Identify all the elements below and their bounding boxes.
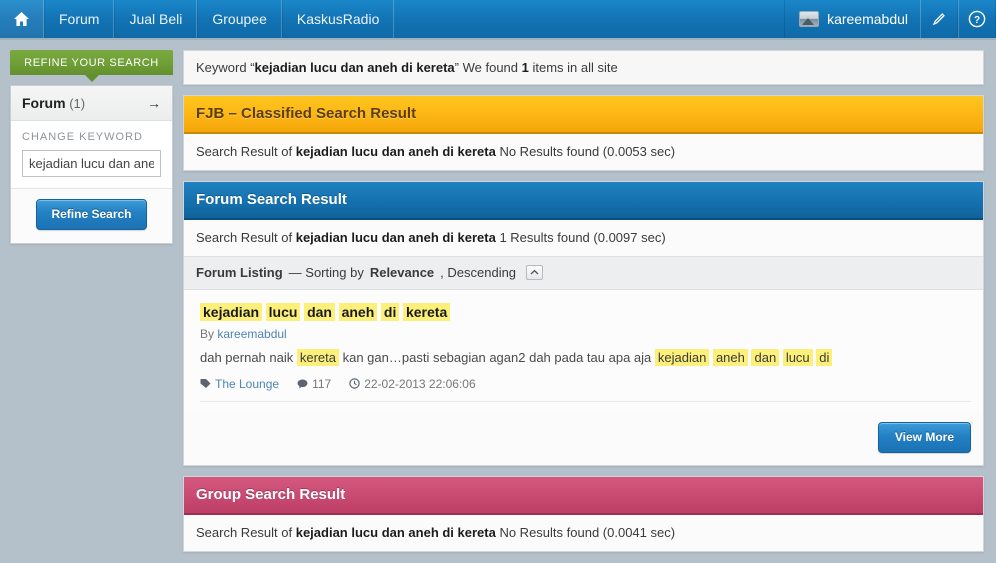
- question-mark-icon: ?: [968, 10, 986, 28]
- sort-direction-label: , Descending: [440, 265, 517, 280]
- clock-icon: [349, 378, 360, 389]
- facet-label-group: Forum (1): [22, 95, 85, 111]
- nav-home-button[interactable]: [0, 0, 44, 38]
- change-keyword-block: CHANGE KEYWORD: [11, 121, 172, 189]
- chevron-up-icon: [530, 269, 539, 275]
- facet-name: Forum: [22, 95, 66, 111]
- highlighted-term: dan: [751, 349, 780, 366]
- forum-result-card: Forum Search Result Search Result of kej…: [183, 181, 984, 466]
- group-result-suffix: No Results found (0.0041 sec): [495, 524, 676, 540]
- username-label: kareemabdul: [827, 11, 908, 27]
- keyword-value: kejadian lucu dan aneh di kereta: [254, 60, 455, 75]
- nav-right-group: kareemabdul ?: [784, 0, 996, 38]
- sidebar-facet-forum[interactable]: Forum (1) →: [11, 86, 172, 121]
- user-menu[interactable]: kareemabdul: [784, 0, 920, 38]
- hit-author-line: By kareemabdul: [200, 327, 971, 341]
- highlighted-term: kereta: [402, 303, 451, 321]
- hit-by-label: By: [200, 327, 218, 341]
- edit-post-button[interactable]: [920, 0, 958, 38]
- nav-left-group: Forum Jual Beli Groupee KaskusRadio: [0, 0, 395, 38]
- forum-hit-item: kejadian lucu dan aneh di kereta By kare…: [200, 302, 971, 402]
- fjb-result-suffix: No Results found (0.0053 sec): [495, 144, 676, 159]
- tag-icon: [200, 379, 211, 389]
- keyword-summary-bar: Keyword “kejadian lucu dan aneh di keret…: [183, 50, 984, 85]
- refine-search-button[interactable]: Refine Search: [36, 199, 147, 230]
- hit-snippet: dah pernah naik kereta kan gan…pasti seb…: [200, 348, 971, 369]
- refine-tab-label: REFINE YOUR SEARCH: [24, 57, 159, 69]
- forum-card-footer: View More: [184, 411, 983, 465]
- nav-item-kaskusradio[interactable]: KaskusRadio: [281, 0, 395, 38]
- forum-sort-bar: Forum Listing — Sorting by Relevance , D…: [184, 256, 983, 290]
- forum-result-line: Search Result of kejadian lucu dan aneh …: [184, 220, 983, 256]
- hit-author-link[interactable]: kareemabdul: [217, 327, 286, 341]
- help-button[interactable]: ?: [958, 0, 996, 38]
- keyword-found-count: 1: [521, 60, 529, 75]
- pencil-icon: [932, 13, 945, 26]
- page-body: REFINE YOUR SEARCH Forum (1) → CHANGE KE…: [0, 40, 996, 563]
- nav-item-jual-beli[interactable]: Jual Beli: [114, 0, 198, 38]
- keyword-middle: ” We found: [454, 60, 522, 75]
- arrow-right-icon: →: [147, 95, 161, 111]
- hit-comment-group: 117: [297, 377, 331, 391]
- forum-card-title: Forum Search Result: [184, 182, 983, 220]
- keyword-prefix: Keyword “: [196, 60, 255, 75]
- nav-item-groupee[interactable]: Groupee: [197, 0, 282, 38]
- change-keyword-label: CHANGE KEYWORD: [22, 131, 143, 143]
- hit-separator: [200, 400, 971, 402]
- keyword-input[interactable]: [22, 150, 161, 177]
- group-result-prefix: Search Result of: [196, 524, 296, 540]
- refine-button-wrap: Refine Search: [11, 189, 172, 243]
- comment-bubble-icon: [297, 379, 308, 389]
- sort-toggle-button[interactable]: [526, 265, 544, 280]
- sort-field-label[interactable]: Relevance: [370, 265, 434, 280]
- highlighted-term: lucu: [265, 303, 301, 321]
- highlighted-term: kejadian: [200, 303, 263, 321]
- fjb-result-card: FJB – Classified Search Result Search Re…: [183, 95, 984, 171]
- avatar-icon: [799, 11, 820, 27]
- highlighted-term: kejadian: [654, 349, 710, 366]
- highlighted-term: kereta: [296, 349, 339, 366]
- highlighted-term: di: [816, 349, 833, 366]
- hit-time-group: 22-02-2013 22:06:06: [349, 376, 476, 391]
- home-icon: [14, 12, 29, 26]
- fjb-result-keyword: kejadian lucu dan aneh di kereta: [295, 144, 496, 159]
- nav-item-forum[interactable]: Forum: [44, 0, 115, 38]
- hit-forum-group: The Lounge: [200, 377, 279, 391]
- refine-panel: Forum (1) → CHANGE KEYWORD Refine Search: [10, 85, 173, 244]
- hit-title[interactable]: kejadian lucu dan aneh di kereta: [200, 302, 971, 323]
- facet-count: (1): [69, 96, 86, 111]
- group-result-line: Search Result of kejadian lucu dan aneh …: [184, 514, 983, 551]
- highlighted-term: dan: [304, 303, 335, 321]
- group-result-card: Group Search Result Search Result of kej…: [183, 475, 984, 552]
- forum-result-keyword: kejadian lucu dan aneh di kereta: [295, 230, 496, 245]
- group-card-title: Group Search Result: [184, 476, 983, 515]
- plain-text: kan gan…pasti sebagian agan2 dah pada ta…: [339, 350, 655, 365]
- fjb-result-line: Search Result of kejadian lucu dan aneh …: [184, 134, 983, 170]
- forum-result-suffix: 1 Results found (0.0097 sec): [495, 230, 666, 245]
- fjb-result-prefix: Search Result of: [196, 144, 296, 159]
- keyword-suffix: items in all site: [528, 60, 618, 75]
- highlighted-term: lucu: [782, 349, 813, 366]
- plain-text: dah pernah naik: [200, 350, 297, 365]
- sidebar: REFINE YOUR SEARCH Forum (1) → CHANGE KE…: [10, 50, 173, 563]
- refine-your-search-tab[interactable]: REFINE YOUR SEARCH: [10, 50, 173, 82]
- highlighted-term: aneh: [712, 349, 748, 366]
- main-content: Keyword “kejadian lucu dan aneh di keret…: [183, 50, 984, 563]
- hit-meta-row: The Lounge 117 22-02-2013 22:06:06: [200, 377, 971, 391]
- sort-dash-label: — Sorting by: [288, 265, 364, 280]
- hit-timestamp: 22-02-2013 22:06:06: [364, 376, 476, 391]
- forum-hit-list: kejadian lucu dan aneh di kereta By kare…: [184, 290, 983, 412]
- highlighted-term: di: [380, 303, 400, 321]
- fjb-card-title: FJB – Classified Search Result: [184, 96, 983, 134]
- group-result-keyword: kejadian lucu dan aneh di kereta: [295, 524, 496, 540]
- view-more-button[interactable]: View More: [877, 421, 971, 453]
- forum-listing-label: Forum Listing: [196, 265, 283, 280]
- svg-text:?: ?: [974, 15, 980, 26]
- forum-result-prefix: Search Result of: [196, 230, 296, 245]
- hit-forum-link[interactable]: The Lounge: [215, 377, 279, 391]
- top-navigation-bar: Forum Jual Beli Groupee KaskusRadio kare…: [0, 0, 996, 40]
- hit-comment-count: 117: [312, 376, 332, 391]
- highlighted-term: aneh: [338, 303, 378, 321]
